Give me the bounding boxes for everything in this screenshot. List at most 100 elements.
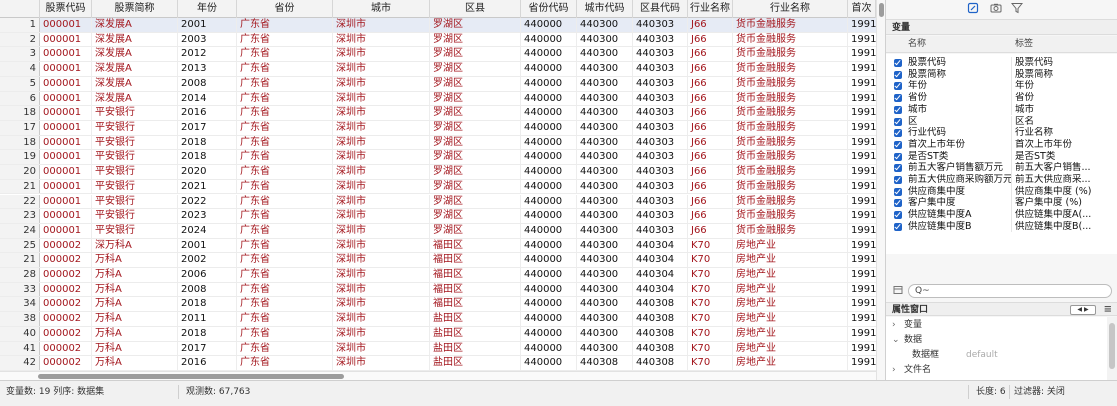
table-cell[interactable]: 万科A [92,253,178,268]
table-cell[interactable]: 广东省 [237,253,333,268]
grid-body[interactable]: 1 000001 深发展A 2001 广东省 深圳市 罗湖区 440000 440300 4403… [0,18,876,371]
column-header[interactable]: 行业名称 [688,0,733,18]
table-cell[interactable]: 440000 [521,165,577,179]
variable-list-item[interactable]: 首次上市年份 首次上市年份 [886,138,1117,151]
row-number[interactable]: 4 [0,62,40,76]
table-cell[interactable]: 深圳市 [333,253,430,268]
variable-list-item[interactable]: 供应商集中度 供应商集中度 (%) [886,185,1117,198]
table-cell[interactable]: 440000 [521,268,577,282]
variable-list-item[interactable]: 区 区名 [886,115,1117,128]
data-grid[interactable]: 股票代码 股票简称 年份 省份 城市 区县 省份代码 城市代码 区县代码 行业名称 行业名称 首次 1… [0,0,876,371]
table-cell[interactable]: 440000 [521,91,577,106]
table-cell[interactable]: 平安银行 [92,165,178,179]
table-cell[interactable]: 2017 [178,120,237,135]
table-cell[interactable]: 440300 [577,223,633,238]
table-cell[interactable]: 440303 [633,91,688,106]
table-cell[interactable]: 440000 [521,326,577,341]
table-cell[interactable]: 广东省 [237,282,333,297]
row-number[interactable]: 2 [0,32,40,47]
variable-checkbox[interactable] [894,105,902,114]
table-cell[interactable]: 广东省 [237,150,333,165]
table-cell[interactable]: 000001 [40,76,92,91]
table-cell[interactable]: 平安银行 [92,223,178,238]
table-cell[interactable]: K70 [688,238,733,253]
table-row[interactable]: 21 000001 平安银行 2021 广东省 深圳市 罗湖区 440000 440300 440… [0,179,876,195]
table-cell[interactable]: 广东省 [237,312,333,326]
table-cell[interactable]: 平安银行 [92,150,178,165]
properties-scrollbar[interactable] [1107,317,1117,380]
table-cell[interactable]: 2018 [178,297,237,312]
table-cell[interactable]: 深发展A [92,62,178,76]
table-cell[interactable]: 深圳市 [333,47,430,62]
table-cell[interactable]: J66 [688,179,733,194]
table-cell[interactable]: 万科A [92,326,178,341]
table-cell[interactable]: 000002 [40,341,92,356]
properties-nav-arrows[interactable]: ◀ ▶ [1070,305,1096,315]
row-number[interactable]: 23 [0,209,40,223]
row-number[interactable]: 18 [0,106,40,120]
table-cell[interactable]: K70 [688,268,733,282]
table-cell[interactable]: J66 [688,135,733,150]
table-cell[interactable]: 平安银行 [92,120,178,135]
table-cell[interactable]: 440308 [633,341,688,356]
table-cell[interactable]: 深圳市 [333,165,430,179]
table-cell[interactable]: 广东省 [237,76,333,91]
table-cell[interactable]: 440304 [633,238,688,253]
chevron-icon[interactable]: ⌄ [892,334,900,346]
table-cell[interactable]: 深发展A [92,91,178,106]
table-cell[interactable]: 广东省 [237,91,333,106]
table-cell[interactable]: 1991 [848,150,876,164]
table-cell[interactable]: 1991 [848,209,876,223]
table-cell[interactable]: 福田区 [430,297,521,312]
table-cell[interactable]: 福田区 [430,238,521,253]
table-cell[interactable]: 1991 [848,77,876,91]
table-cell[interactable]: J66 [688,18,733,32]
table-cell[interactable]: 000002 [40,312,92,326]
table-cell[interactable]: 2016 [178,356,237,370]
variable-checkbox[interactable] [894,70,902,79]
table-cell[interactable]: K70 [688,312,733,326]
table-cell[interactable]: K70 [688,282,733,297]
table-cell[interactable]: 房地产业 [733,238,848,253]
table-row[interactable]: 33 000002 万科A 2008 广东省 深圳市 福田区 440000 440300 4403… [0,282,876,298]
table-cell[interactable]: 罗湖区 [430,47,521,62]
vertical-scroll-thumb[interactable] [879,3,884,17]
camera-icon[interactable] [989,2,1003,16]
table-cell[interactable]: 深圳市 [333,297,430,312]
table-cell[interactable]: 440303 [633,194,688,209]
table-cell[interactable]: 440000 [521,209,577,223]
table-cell[interactable]: 440000 [521,106,577,120]
row-number[interactable]: 3 [0,47,40,62]
table-cell[interactable]: 1991 [848,92,876,106]
table-row[interactable]: 25 000002 深万科A 2001 广东省 深圳市 福田区 440000 440300 440… [0,238,876,254]
table-cell[interactable]: 深圳市 [333,62,430,76]
variable-list-item[interactable]: 年份 年份 [886,80,1117,93]
table-cell[interactable]: 000001 [40,18,92,32]
variable-list-item[interactable]: 股票简称 股票简称 [886,68,1117,81]
table-row[interactable]: 23 000001 平安银行 2023 广东省 深圳市 罗湖区 440000 440300 440… [0,209,876,224]
filter-icon[interactable] [1010,2,1024,16]
table-cell[interactable]: 1991 [848,165,876,179]
table-cell[interactable]: 440303 [633,179,688,194]
table-cell[interactable]: 房地产业 [733,268,848,282]
table-cell[interactable]: 万科A [92,282,178,297]
table-row[interactable]: 38 000002 万科A 2011 广东省 深圳市 盐田区 440000 440300 4403… [0,312,876,327]
table-cell[interactable]: 440000 [521,238,577,253]
table-cell[interactable]: 1991 [848,356,876,370]
chevron-icon[interactable]: › [892,364,896,376]
table-row[interactable]: 34 000002 万科A 2018 广东省 深圳市 福田区 440000 440300 4403… [0,297,876,313]
table-cell[interactable]: 440300 [577,238,633,253]
table-cell[interactable]: 深圳市 [333,268,430,282]
variable-list-item[interactable]: 供应链集中度B 供应链集中度B(... [886,220,1117,233]
chevron-icon[interactable]: › [892,319,896,331]
table-cell[interactable]: 房地产业 [733,326,848,341]
table-cell[interactable]: 1991 [848,342,876,356]
table-cell[interactable]: 罗湖区 [430,91,521,106]
table-cell[interactable]: 440303 [633,120,688,135]
column-header[interactable]: 年份 [178,0,237,18]
table-cell[interactable]: 440300 [577,194,633,209]
table-cell[interactable]: 福田区 [430,282,521,297]
variable-list-item[interactable]: 客户集中度 客户集中度 (%) [886,197,1117,210]
row-number[interactable]: 1 [0,18,40,32]
table-cell[interactable]: 440300 [577,135,633,150]
